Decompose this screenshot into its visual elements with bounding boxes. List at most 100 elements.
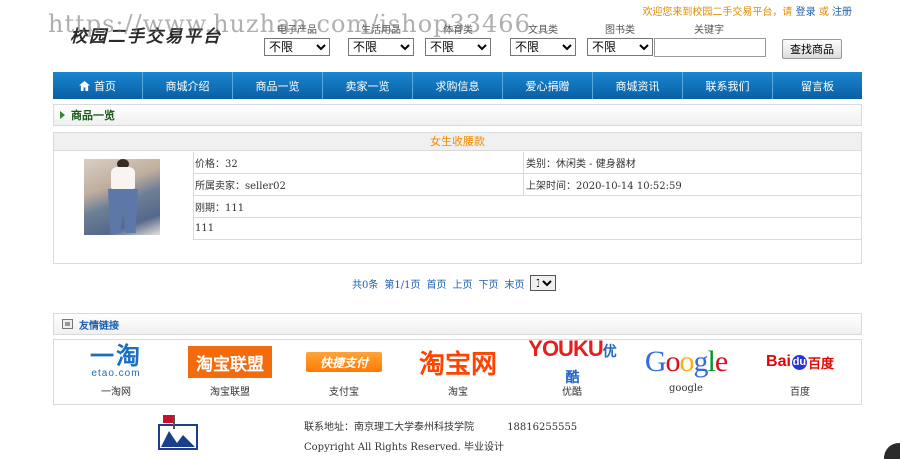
keyword-group: 关键字 [654,24,766,57]
page-select[interactable]: 1 [530,275,557,291]
triangle-right-icon [60,111,65,119]
home-icon [79,80,90,91]
product-image[interactable] [84,159,160,235]
nav-item-home[interactable]: 首页 [53,72,143,99]
product-seller: 所属卖家：seller02 [195,181,286,192]
filter-stationery: 文具类 不限 [508,24,578,56]
footer-address: 联系地址：南京理工大学泰州科技学院 [304,422,474,433]
nav-label: 首页 [94,79,116,93]
filter-label: 电子产品 [277,25,317,36]
filter-sports: 体育类 不限 [423,24,493,56]
footer-phone: 18816255555 [507,422,578,433]
nav-item-products[interactable]: 商品一览 [233,72,323,99]
link-label[interactable]: 淘宝联盟 [180,383,280,398]
link-label[interactable]: 支付宝 [294,383,394,398]
link-label[interactable]: google [636,383,736,394]
link-google[interactable]: Google google [636,344,736,394]
links-panel: 一淘 etao.com 一淘网 淘宝联盟 淘宝联盟 快捷支付 支付宝 淘宝网 淘宝… [53,336,862,405]
product-period: 刚期：111 [195,203,245,214]
paw-icon: du [791,354,807,370]
filter-label: 体育类 [443,25,473,36]
product-category: 类别：休闲类 - 健身器材 [523,152,636,173]
pager-last[interactable]: 末页 [504,276,524,291]
filter-select-electronics[interactable]: 不限 [264,38,330,56]
product-description: 111 [195,223,215,234]
logo-text: 快捷支付 [306,352,382,372]
info-row: 刚期：111 [193,196,862,218]
filter-label: 生活用品 [361,25,401,36]
link-baidu[interactable]: Bai du 百度 百度 [750,344,850,398]
or-text: 或 [818,7,829,18]
pagination: 共0条 第1/1页 首页 上页 下页 末页 1 [352,275,557,291]
footer-logo-icon [158,415,198,450]
filter-electronics: 电子产品 不限 [262,24,332,56]
link-alipay[interactable]: 快捷支付 支付宝 [294,344,394,398]
link-taobao[interactable]: 淘宝网 淘宝 [408,344,508,399]
logo-subtext: 百度 [807,356,834,372]
search-button[interactable]: 查找商品 [782,39,842,59]
keyword-label: 关键字 [694,25,724,36]
link-taobao-union[interactable]: 淘宝联盟 淘宝联盟 [180,344,280,398]
alipay-logo[interactable]: 快捷支付 [294,344,394,380]
youku-logo[interactable]: YOUKU优酷 [522,336,622,386]
baidu-logo[interactable]: Bai du 百度 [750,344,850,380]
nav-item-news[interactable]: 商城资讯 [593,72,683,99]
links-title: 友情链接 [79,320,119,332]
picture-icon [62,319,73,329]
info-row: 111 [193,218,862,240]
welcome-bar: 欢迎您来到校园二手交易平台，请 登录 或 注册 [642,3,852,18]
product-listed-time: 上架时间：2020-10-14 10:52:59 [523,174,682,195]
taobao-logo[interactable]: 淘宝网 [408,344,508,380]
logo-text: Bai [766,353,791,370]
image-shape [111,167,135,189]
logo-text: 一淘 [90,343,142,370]
keyword-input[interactable] [654,38,766,57]
site-logo[interactable]: 校园二手交易平台 [70,22,222,47]
pager-prev[interactable]: 上页 [452,276,472,291]
google-logo[interactable]: Google [636,344,736,380]
welcome-text: 欢迎您来到校园二手交易平台，请 [642,7,793,18]
main-nav: 首页 商城介绍 商品一览 卖家一览 求购信息 爱心捐赠 商城资讯 联系我们 留言… [53,72,862,99]
logo-text: Google [644,345,728,378]
filter-daily: 生活用品 不限 [346,24,416,56]
section-title: 商品一览 [71,109,115,122]
pager-page-info: 第1/1页 [384,279,421,291]
link-label[interactable]: 一淘网 [66,383,166,398]
info-row: 价格：32 类别：休闲类 - 健身器材 [193,152,862,174]
logo-text: 淘宝网 [418,349,497,380]
pager-total: 共0条 [352,279,379,291]
filter-books: 图书类 不限 [585,24,655,56]
filter-select-sports[interactable]: 不限 [425,38,491,56]
logo-text: YOUKU [528,336,603,361]
nav-item-sellers[interactable]: 卖家一览 [323,72,413,99]
scroll-top-button[interactable] [884,443,900,459]
links-header: 友情链接 [53,313,862,335]
footer-copyright: Copyright All Rights Reserved. 毕业设计 [304,442,505,453]
nav-item-contact[interactable]: 联系我们 [683,72,773,99]
footer-address-line: 联系地址：南京理工大学泰州科技学院 18816255555 [304,418,577,433]
link-youku[interactable]: YOUKU优酷 优酷 [522,336,622,398]
section-header: 商品一览 [53,104,862,126]
filter-select-books[interactable]: 不限 [587,38,653,56]
product-card: 女生收腰款 价格：32 类别：休闲类 - 健身器材 所属卖家：seller02 … [53,132,862,264]
nav-item-donate[interactable]: 爱心捐赠 [503,72,593,99]
product-name[interactable]: 女生收腰款 [54,133,861,151]
pager-next[interactable]: 下页 [478,276,498,291]
link-label[interactable]: 百度 [750,383,850,398]
pager-first[interactable]: 首页 [426,276,446,291]
product-price: 价格：32 [195,159,238,170]
nav-item-guestbook[interactable]: 留言板 [773,72,862,99]
etao-logo[interactable]: 一淘 etao.com [66,344,166,380]
taobao-union-logo[interactable]: 淘宝联盟 [180,344,280,380]
logo-subtext: etao.com [91,368,141,379]
filter-label: 文具类 [528,25,558,36]
nav-item-intro[interactable]: 商城介绍 [143,72,233,99]
filter-select-stationery[interactable]: 不限 [510,38,576,56]
register-link[interactable]: 注册 [832,7,852,18]
link-etao[interactable]: 一淘 etao.com 一淘网 [66,344,166,399]
filter-select-daily[interactable]: 不限 [348,38,414,56]
link-label[interactable]: 淘宝 [408,383,508,398]
login-link[interactable]: 登录 [796,7,816,18]
info-row: 所属卖家：seller02 上架时间：2020-10-14 10:52:59 [193,174,862,196]
nav-item-wanted[interactable]: 求购信息 [413,72,503,99]
